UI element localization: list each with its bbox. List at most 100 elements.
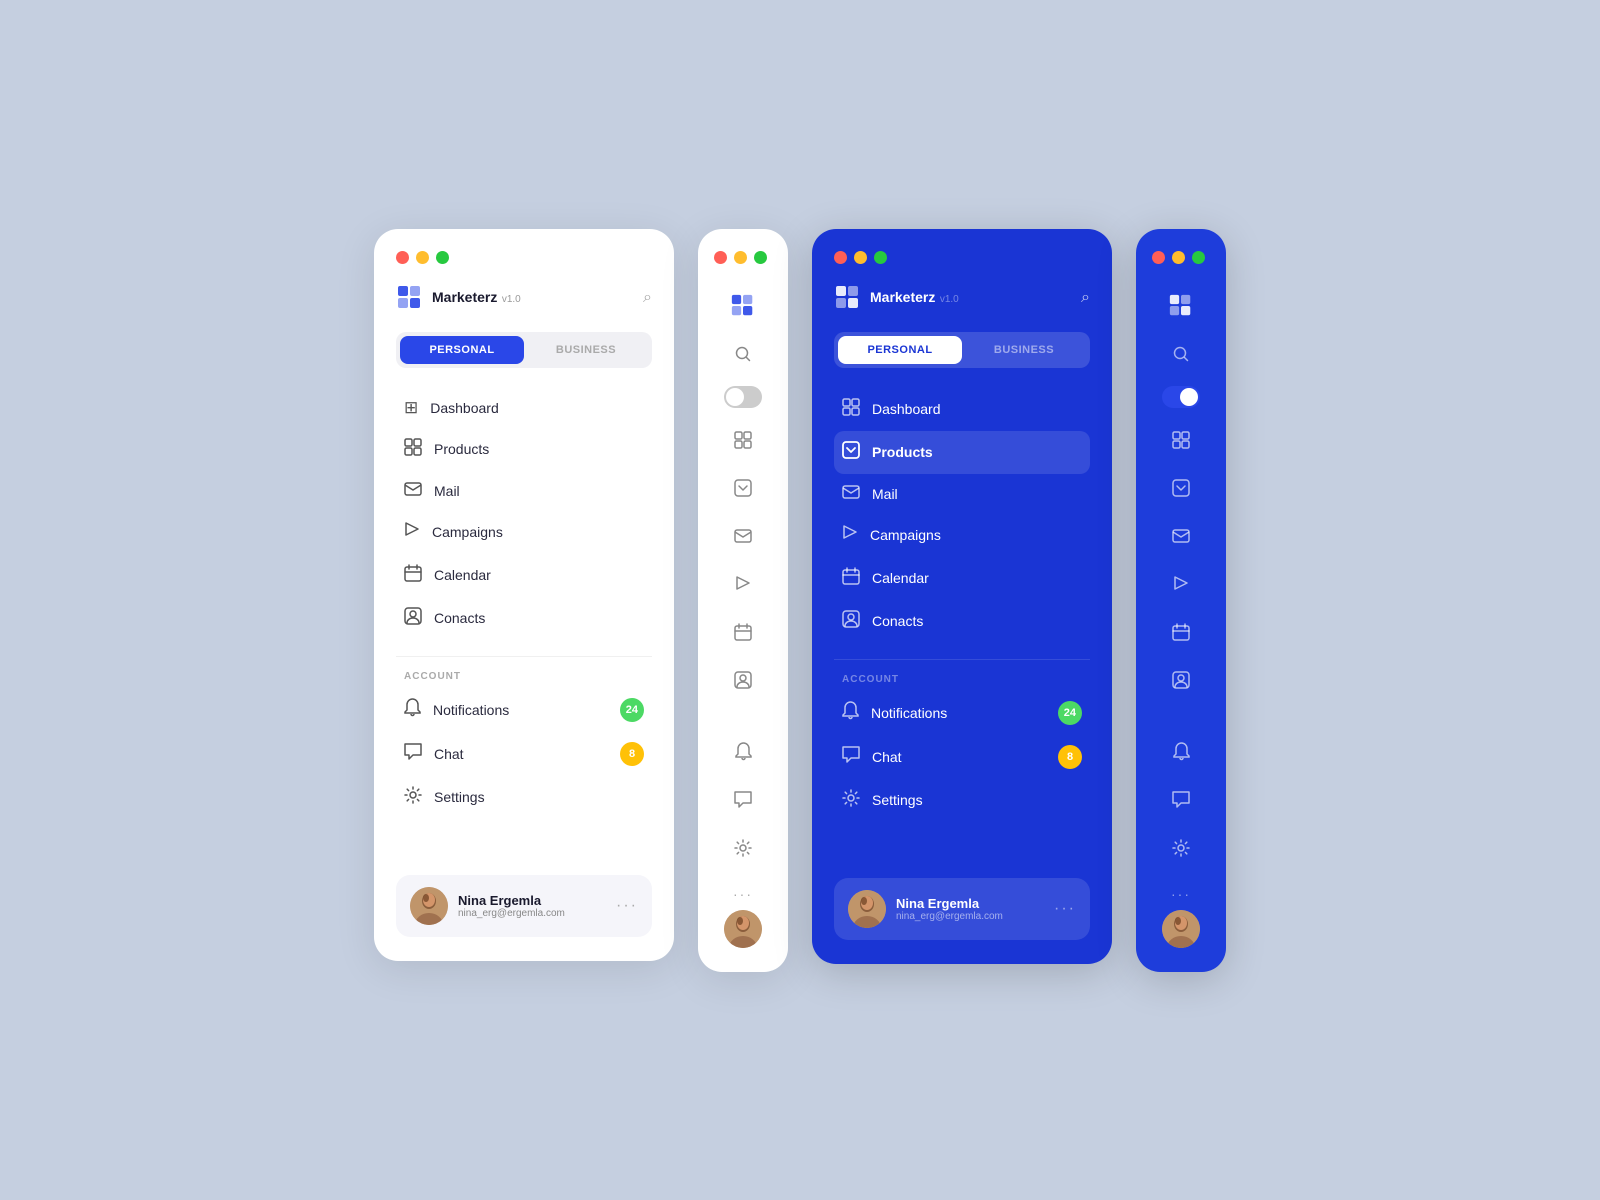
- tl-red-3: [834, 251, 847, 264]
- narrow-mail-dark[interactable]: [1159, 514, 1203, 558]
- app-name-dark: Marketerz v1.0: [870, 289, 959, 307]
- nav-item-contacts[interactable]: Conacts: [396, 597, 652, 640]
- search-button-dark[interactable]: ⌕: [1081, 289, 1090, 307]
- narrow-calendar[interactable]: [721, 610, 765, 654]
- nav-item-campaigns-dark[interactable]: Campaigns: [834, 514, 1090, 557]
- narrow-toggle-wrap: [724, 386, 762, 408]
- user-avatar-dark: [848, 890, 886, 928]
- nav-label-mail: Mail: [434, 483, 460, 499]
- tl-yellow-4: [1172, 251, 1185, 264]
- nav-item-notifications[interactable]: Notifications 24: [396, 688, 652, 732]
- business-tab-dark[interactable]: BUSINESS: [962, 336, 1086, 364]
- user-email-dark: nina_erg@ergemla.com: [896, 911, 1044, 922]
- nav-label-calendar: Calendar: [434, 567, 491, 583]
- narrow-search-dark[interactable]: [1159, 332, 1203, 376]
- narrow-avatar: [724, 910, 762, 948]
- contacts-icon: [404, 607, 422, 630]
- tl-yellow-2: [734, 251, 747, 264]
- account-type-toggle-dark[interactable]: PERSONAL BUSINESS: [834, 332, 1090, 368]
- chat-icon: [404, 743, 422, 765]
- nav-item-calendar-dark[interactable]: Calendar: [834, 557, 1090, 600]
- notifications-icon-dark: [842, 701, 859, 725]
- nav-label-notifications-dark: Notifications: [871, 705, 947, 721]
- narrow-dashboard-dark[interactable]: [1159, 418, 1203, 462]
- narrow-icons-dark: [1152, 284, 1210, 870]
- notifications-badge-dark: 24: [1058, 701, 1082, 725]
- nav-item-mail-dark[interactable]: Mail: [834, 474, 1090, 514]
- narrow-chat-dark[interactable]: [1159, 778, 1203, 822]
- narrow-campaigns-dark[interactable]: [1159, 562, 1203, 606]
- logo-area: Marketerz v1.0: [396, 284, 521, 312]
- nav-label-products: Products: [434, 441, 489, 457]
- user-menu-button[interactable]: ···: [616, 897, 638, 915]
- campaigns-icon: [404, 521, 420, 544]
- nav-item-settings-dark[interactable]: Settings: [834, 779, 1090, 822]
- narrow-contacts-dark[interactable]: [1159, 658, 1203, 702]
- tl-yellow: [416, 251, 429, 264]
- narrow-dashboard[interactable]: [721, 418, 765, 462]
- nav-item-chat-dark[interactable]: Chat 8: [834, 735, 1090, 779]
- user-info-dark: Nina Ergemla nina_erg@ergemla.com: [896, 896, 1044, 922]
- dashboard-icon-dark: [842, 398, 860, 421]
- nav-item-products[interactable]: Products: [396, 428, 652, 471]
- personal-tab[interactable]: PERSONAL: [400, 336, 524, 364]
- user-menu-button-dark[interactable]: ···: [1054, 900, 1076, 918]
- nav-item-calendar[interactable]: Calendar: [396, 554, 652, 597]
- narrow-notifications-dark[interactable]: [1159, 730, 1203, 774]
- nav-item-campaigns[interactable]: Campaigns: [396, 511, 652, 554]
- nav-item-settings[interactable]: Settings: [396, 776, 652, 819]
- nav-item-dashboard-dark[interactable]: Dashboard: [834, 388, 1090, 431]
- narrow-logo-dark: [1159, 284, 1203, 328]
- nav-item-contacts-dark[interactable]: Conacts: [834, 600, 1090, 643]
- nav-label-dashboard-dark: Dashboard: [872, 401, 941, 417]
- panel-narrow-light: ···: [698, 229, 788, 972]
- narrow-toggle-dark[interactable]: [1162, 386, 1200, 408]
- narrow-dots-menu[interactable]: ···: [733, 886, 753, 902]
- user-email: nina_erg@ergemla.com: [458, 908, 606, 919]
- chat-icon-dark: [842, 746, 860, 768]
- narrow-logo: [721, 284, 765, 328]
- traffic-lights-1: [396, 251, 652, 264]
- nav-label-chat: Chat: [434, 746, 464, 762]
- nav-item-notifications-dark[interactable]: Notifications 24: [834, 691, 1090, 735]
- narrow-icons-light: [714, 284, 772, 870]
- user-name-dark: Nina Ergemla: [896, 896, 1044, 911]
- nav-item-dashboard[interactable]: ⊞ Dashboard: [396, 388, 652, 428]
- nav-label-chat-dark: Chat: [872, 749, 902, 765]
- nav-item-mail[interactable]: Mail: [396, 471, 652, 511]
- narrow-contacts[interactable]: [721, 658, 765, 702]
- nav-label-campaigns-dark: Campaigns: [870, 527, 941, 543]
- narrow-avatar-dark: [1162, 910, 1200, 948]
- narrow-settings[interactable]: [721, 826, 765, 870]
- contacts-icon-dark: [842, 610, 860, 633]
- narrow-products[interactable]: [721, 466, 765, 510]
- chat-badge-dark: 8: [1058, 745, 1082, 769]
- narrow-products-dark[interactable]: [1159, 466, 1203, 510]
- nav-item-chat[interactable]: Chat 8: [396, 732, 652, 776]
- settings-icon: [404, 786, 422, 809]
- nav-label-calendar-dark: Calendar: [872, 570, 929, 586]
- user-info: Nina Ergemla nina_erg@ergemla.com: [458, 893, 606, 919]
- chat-badge: 8: [620, 742, 644, 766]
- nav-item-products-dark[interactable]: Products: [834, 431, 1090, 474]
- narrow-settings-dark[interactable]: [1159, 826, 1203, 870]
- narrow-user-card: ···: [714, 886, 772, 948]
- narrow-toggle[interactable]: [724, 386, 762, 408]
- narrow-chat[interactable]: [721, 778, 765, 822]
- logo-area-dark: Marketerz v1.0: [834, 284, 959, 312]
- narrow-mail[interactable]: [721, 514, 765, 558]
- notifications-badge: 24: [620, 698, 644, 722]
- search-button[interactable]: ⌕: [643, 289, 652, 307]
- business-tab[interactable]: BUSINESS: [524, 336, 648, 364]
- panel-header-light: Marketerz v1.0 ⌕: [396, 284, 652, 312]
- account-section-label: ACCOUNT: [396, 671, 652, 682]
- settings-icon-dark: [842, 789, 860, 812]
- personal-tab-dark[interactable]: PERSONAL: [838, 336, 962, 364]
- narrow-search[interactable]: [721, 332, 765, 376]
- narrow-notifications[interactable]: [721, 730, 765, 774]
- narrow-dots-menu-dark[interactable]: ···: [1171, 886, 1191, 902]
- narrow-calendar-dark[interactable]: [1159, 610, 1203, 654]
- narrow-campaigns[interactable]: [721, 562, 765, 606]
- account-type-toggle[interactable]: PERSONAL BUSINESS: [396, 332, 652, 368]
- tl-green: [436, 251, 449, 264]
